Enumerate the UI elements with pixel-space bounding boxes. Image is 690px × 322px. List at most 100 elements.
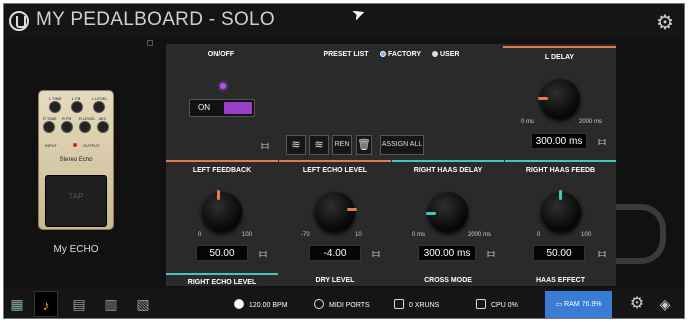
midi-assign-sliders-icon[interactable]: ⧦	[595, 134, 609, 148]
section-accent-bar	[503, 46, 616, 48]
pedal-knob-l-time[interactable]	[49, 101, 61, 113]
plugins-library-icon[interactable]: ♪	[34, 291, 58, 317]
left-feedback-value[interactable]: 50.00	[196, 245, 248, 261]
transport-stop-icon	[234, 299, 244, 309]
right-haas-feedb-min: 0	[537, 232, 541, 238]
pedal-knob-mix[interactable]	[97, 121, 109, 133]
cross-mode-title: CROSS MODE	[424, 277, 472, 284]
midi-assign-sliders-icon[interactable]: ⧦	[484, 246, 498, 260]
midi-ports-button[interactable]: MIDI PORTS	[314, 299, 370, 309]
right-haas-feedb-title: RIGHT HAAS FEEDB	[525, 167, 596, 174]
knob-pointer	[538, 97, 548, 100]
section-accent-bar	[166, 273, 278, 275]
mod-logo-icon[interactable]	[9, 11, 29, 31]
cpu-icon	[476, 299, 486, 309]
background-logo-watermark	[616, 204, 666, 264]
xruns-text: 0 XRUNS	[409, 302, 440, 309]
right-echo-level-title: RIGHT ECHO LEVEL	[187, 279, 257, 286]
xruns-display: 0 XRUNS	[394, 299, 439, 309]
settings-gear-icon[interactable]: ⚙	[656, 10, 674, 35]
l-delay-knob[interactable]	[538, 79, 580, 119]
bpm-display[interactable]: 120.00 BPM	[234, 299, 288, 309]
left-feedback-min: 0	[198, 232, 202, 238]
l-delay-value[interactable]: 300.00 ms	[531, 133, 587, 149]
bottom-toolbar: ▦ ♪ ▤ ▥ ▧ 120.00 BPM MIDI PORTS 0 XRUNS …	[4, 288, 684, 318]
section-accent-bar	[392, 160, 504, 162]
onoff-toggle[interactable]: ON	[189, 99, 255, 117]
l-delay-section: L DELAY 0 ms 2000 ms 300.00 ms ⧦	[503, 44, 616, 158]
file-manager-icon[interactable]: ▧	[134, 295, 152, 313]
pedal-knob-r-time[interactable]	[43, 121, 55, 133]
pedal-led	[73, 143, 77, 147]
cpu-display: CPU 0%	[476, 299, 518, 309]
cloud-store-icon[interactable]: ◈	[656, 295, 674, 313]
pedalboard-icon[interactable]: ▦	[8, 295, 26, 313]
control-section: ON/OFF ON ⧦ PRESET LIST FACTORY USER ≋ ≋…	[166, 44, 502, 158]
left-feedback-section: LEFT FEEDBACK 0 100 50.00 ⧦	[166, 160, 278, 272]
radio-label: FACTORY	[388, 51, 422, 58]
pedal-knob-label: L FB	[72, 96, 81, 101]
echo-pedal[interactable]: L TIME L FB L LEVEL R TIME R FB R LEVEL …	[38, 90, 114, 230]
left-echo-level-max: 10	[355, 232, 362, 238]
right-haas-delay-section: RIGHT HAAS DELAY 0 ms 2000 ms 300.00 ms …	[392, 160, 504, 272]
left-echo-level-knob[interactable]	[315, 192, 357, 232]
banks-icon[interactable]: ▤	[70, 295, 88, 313]
pedal-knob-label: L TIME	[49, 96, 62, 101]
header: MY PEDALBOARD - SOLO ⚙	[4, 4, 684, 38]
right-haas-feedb-value[interactable]: 50.00	[533, 245, 585, 261]
pedal-knob-label: MIX	[99, 116, 107, 121]
l-delay-max: 2000 ms	[579, 119, 603, 125]
left-echo-level-min: -70	[301, 232, 310, 238]
pedalboard-title: MY PEDALBOARD - SOLO	[36, 9, 275, 30]
stack-save-icon: ≋	[291, 139, 301, 151]
knob-pointer	[217, 190, 220, 200]
save-as-preset-button[interactable]: ≋	[309, 135, 329, 155]
midi-assign-sliders-icon[interactable]: ⧦	[256, 246, 270, 260]
onoff-toggle-label: ON	[198, 103, 210, 112]
right-haas-delay-max: 2000 ms	[468, 232, 492, 238]
midi-assign-sliders-icon[interactable]: ⧦	[595, 246, 609, 260]
midi-assign-sliders-icon[interactable]: ⧦	[258, 138, 272, 152]
knob-pointer	[559, 190, 562, 200]
right-haas-delay-knob[interactable]	[426, 192, 468, 232]
preset-radio-user[interactable]: USER	[432, 51, 459, 58]
haas-effect-title: HAAS EFFECT	[536, 277, 585, 284]
l-delay-title: L DELAY	[544, 54, 575, 61]
delete-preset-button[interactable]: 🗑	[356, 135, 372, 155]
pedal-knob-label: R TIME	[43, 116, 57, 121]
pedal-knob-l-level[interactable]	[93, 101, 105, 113]
ram-chip-icon: ▭	[555, 301, 565, 308]
right-haas-feedb-max: 100	[581, 232, 592, 238]
ram-text: RAM 76.9%	[564, 301, 602, 308]
right-haas-delay-value[interactable]: 300.00 ms	[418, 245, 476, 261]
assign-all-button[interactable]: ASSIGN ALL	[380, 135, 424, 155]
xruns-icon	[394, 299, 404, 309]
pedal-knob-r-fb[interactable]	[61, 121, 73, 133]
pedalboards-library-icon[interactable]: ▥	[102, 295, 120, 313]
pedal-knob-label: R LEVEL	[79, 116, 96, 121]
left-echo-level-section: LEFT ECHO LEVEL -70 10 -4.00 ⧦	[279, 160, 391, 272]
midi-assign-sliders-icon[interactable]: ⧦	[369, 246, 383, 260]
rename-preset-button[interactable]: REN	[332, 135, 352, 155]
pedal-instance-label: My ECHO	[53, 244, 99, 255]
midi-ports-text: MIDI PORTS	[329, 302, 370, 309]
pedal-knob-label: L LEVEL	[92, 96, 108, 101]
left-echo-level-value[interactable]: -4.00	[309, 245, 361, 261]
pedal-knob-r-level[interactable]	[79, 121, 91, 133]
midi-port-icon	[314, 299, 324, 309]
settings-gear-icon[interactable]: ⚙	[628, 295, 646, 313]
plugin-settings-panel: ON/OFF ON ⧦ PRESET LIST FACTORY USER ≋ ≋…	[166, 44, 616, 286]
trash-icon: 🗑	[357, 139, 371, 151]
pedal-knob-l-fb[interactable]	[71, 101, 83, 113]
footswitch-label: TAP	[68, 192, 84, 201]
ram-display: ▭ RAM 76.9%	[545, 291, 612, 318]
l-delay-min: 0 ms	[521, 119, 535, 125]
right-haas-feedb-knob[interactable]	[541, 190, 581, 232]
toggle-fill	[224, 102, 252, 114]
cpu-text: CPU 0%	[491, 302, 518, 309]
knob-pointer	[347, 208, 357, 211]
preset-radio-factory[interactable]: FACTORY	[380, 51, 421, 58]
save-preset-button[interactable]: ≋	[286, 135, 306, 155]
pedal-footswitch[interactable]: TAP	[45, 175, 107, 227]
left-feedback-knob[interactable]	[202, 190, 242, 232]
